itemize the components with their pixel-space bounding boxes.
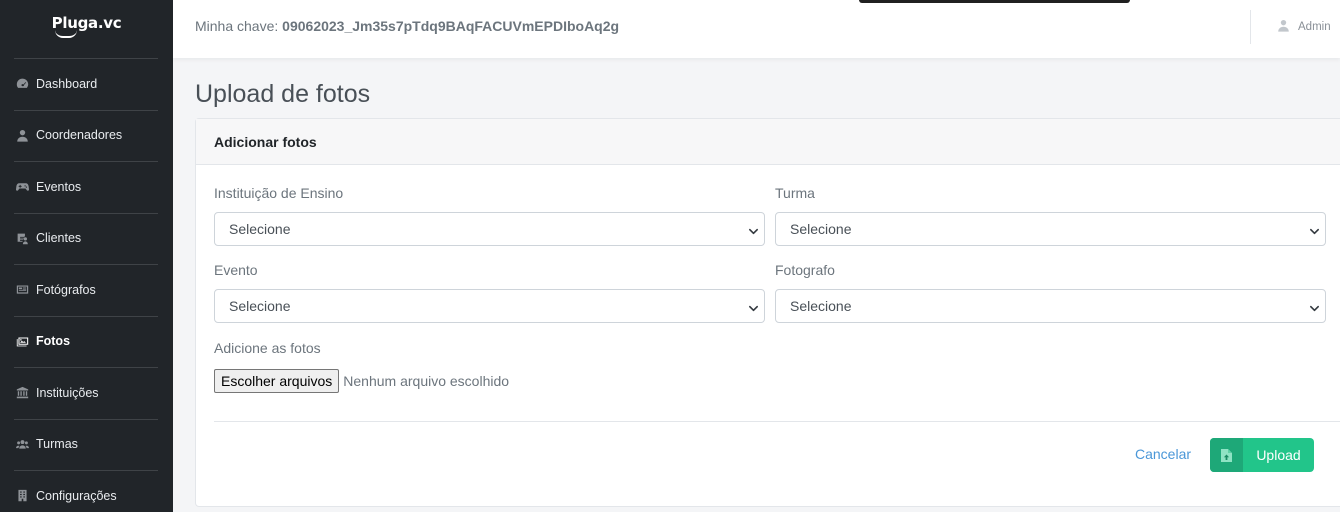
turma-label: Turma: [775, 185, 815, 201]
turma-select-value: Selecione: [790, 221, 852, 237]
user-icon: [15, 128, 29, 142]
chevron-down-icon: [748, 301, 759, 312]
turma-select[interactable]: Selecione: [775, 212, 1326, 246]
sidebar-item-label: Eventos: [36, 179, 82, 194]
sidebar-item-clientes[interactable]: Clientes: [0, 212, 173, 265]
sidebar-item-label: Instituições: [36, 385, 99, 400]
institution-icon: [15, 386, 29, 400]
user-name: Admin: [1298, 21, 1331, 33]
sidebar-item-dashboard[interactable]: Dashboard: [0, 58, 173, 110]
api-key-value: 09062023_Jm35s7pTdq9BAqFACUVmEPDIboAq2g: [282, 18, 620, 34]
fotografo-label: Fotografo: [775, 262, 835, 278]
sidebar-item-configuracoes[interactable]: Configurações: [0, 470, 173, 512]
sidebar-item-label: Clientes: [36, 231, 82, 246]
api-key-label: Minha chave:: [195, 18, 279, 34]
sidebar-item-label: Dashboard: [36, 76, 98, 91]
photographer-icon: [15, 283, 29, 297]
sidebar-item-coordenadores[interactable]: Coordenadores: [0, 109, 173, 162]
sidebar-item-eventos[interactable]: Eventos: [0, 161, 173, 213]
file-upload-icon: [1210, 438, 1243, 472]
instituicao-select[interactable]: Selecione: [214, 212, 765, 246]
instituicao-select-value: Selecione: [229, 221, 291, 237]
upload-card: Adicionar fotos Instituição de Ensino Se…: [195, 118, 1340, 507]
upload-button-label: Upload: [1256, 447, 1301, 463]
evento-select-value: Selecione: [229, 298, 291, 314]
file-status-text: Nenhum arquivo escolhido: [343, 373, 510, 389]
sidebar-item-label: Configurações: [36, 488, 117, 503]
sidebar-item-label: Fotógrafos: [36, 282, 96, 297]
dashboard-icon: [15, 77, 29, 91]
file-input: Escolher arquivos Nenhum arquivo escolhi…: [214, 369, 509, 393]
fotografo-select-value: Selecione: [790, 298, 852, 314]
choose-files-button[interactable]: Escolher arquivos: [214, 369, 340, 393]
brand-smile-mark: [54, 30, 77, 38]
topbar: Minha chave: 09062023_Jm35s7pTdq9BAqFACU…: [173, 0, 1340, 58]
form-divider: [214, 421, 1340, 422]
page-title: Upload de fotos: [195, 80, 371, 108]
chevron-down-icon: [1309, 224, 1320, 235]
sidebar-item-fotos[interactable]: Fotos: [0, 315, 173, 368]
topbar-divider: [1250, 10, 1251, 44]
sidebar-item-fotografos[interactable]: Fotógrafos: [0, 264, 173, 316]
clients-icon: [15, 231, 29, 245]
user-menu[interactable]: Admin: [1277, 19, 1331, 35]
instituicao-label: Instituição de Ensino: [214, 185, 344, 201]
gamepad-icon: [15, 180, 29, 194]
tooltip-overlay: [859, 0, 1130, 3]
upload-button[interactable]: Upload: [1210, 438, 1314, 472]
sidebar: Pluga.vc Dashboard Coordenadores Eventos…: [0, 0, 173, 512]
evento-label: Evento: [214, 262, 258, 278]
users-icon: [15, 437, 29, 451]
sidebar-item-instituicoes[interactable]: Instituições: [0, 367, 173, 419]
user-icon: [1277, 19, 1290, 35]
chevron-down-icon: [1309, 301, 1320, 312]
cancel-link[interactable]: Cancelar: [1135, 446, 1191, 462]
sidebar-item-label: Coordenadores: [36, 128, 123, 143]
photos-icon: [15, 334, 29, 348]
card-header: Adicionar fotos: [196, 119, 1340, 165]
file-upload-label: Adicione as fotos: [214, 340, 321, 356]
api-key-display: Minha chave: 09062023_Jm35s7pTdq9BAqFACU…: [195, 18, 619, 34]
card-title: Adicionar fotos: [214, 133, 317, 150]
chevron-down-icon: [748, 224, 759, 235]
sidebar-item-label: Turmas: [36, 437, 78, 452]
sidebar-item-turmas[interactable]: Turmas: [0, 418, 173, 471]
evento-select[interactable]: Selecione: [214, 289, 765, 323]
brand-logo[interactable]: Pluga.vc: [0, 0, 173, 58]
sidebar-item-label: Fotos: [36, 334, 71, 349]
settings-icon: [15, 489, 29, 503]
fotografo-select[interactable]: Selecione: [775, 289, 1326, 323]
sidebar-nav: Dashboard Coordenadores Eventos Clientes…: [0, 58, 173, 512]
